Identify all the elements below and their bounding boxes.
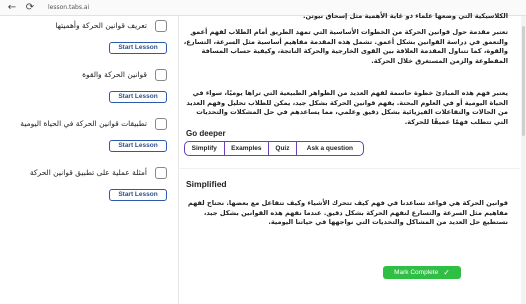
lesson-checkbox[interactable] — [155, 20, 167, 32]
paragraph-1: تعتبر مقدمة حول قوانين الحركة من الخطوات… — [183, 28, 508, 65]
start-lesson-button[interactable]: Start Lesson — [109, 189, 167, 201]
lesson-checkbox[interactable] — [155, 167, 167, 179]
url-text[interactable]: lesson.tabs.ai — [48, 4, 89, 11]
tab-quiz[interactable]: Quiz — [269, 142, 297, 155]
lesson-card: أمثلة عملية على تطبيق قوانين الحركة Star… — [8, 167, 169, 209]
simplified-text: قوانين الحركة هي قواعد تساعدنا في فهم كي… — [187, 199, 508, 227]
reload-icon[interactable]: ⟳ — [24, 2, 36, 14]
tab-examples[interactable]: Examples — [225, 142, 270, 155]
lesson-card: قوانين الحركة والقوة Start Lesson — [8, 69, 169, 111]
start-lesson-button[interactable]: Start Lesson — [109, 91, 167, 103]
go-deeper-heading: Go deeper — [186, 129, 226, 138]
lesson-title: تطبيقات قوانين الحركة في الحياة اليومية — [20, 119, 147, 128]
tab-ask-question[interactable]: Ask a question — [297, 142, 363, 155]
start-lesson-button[interactable]: Start Lesson — [109, 140, 167, 152]
lesson-title: قوانين الحركة والقوة — [82, 70, 147, 79]
scroll-thumb[interactable] — [522, 26, 525, 136]
go-deeper-tabs: Simplify Examples Quiz Ask a question — [184, 141, 364, 156]
check-icon: ✓ — [443, 267, 450, 277]
lesson-checkbox[interactable] — [155, 69, 167, 81]
lesson-title: تعريف قوانين الحركة وأهميتها — [55, 21, 147, 30]
back-arrow-icon[interactable]: ← — [6, 2, 18, 14]
lesson-card: تطبيقات قوانين الحركة في الحياة اليومية … — [8, 118, 169, 160]
lesson-content: الكلاسيكية التي وضعها علماء ذو غاية الأه… — [178, 12, 520, 304]
lesson-card: تعريف قوانين الحركة وأهميتها Start Lesso… — [8, 20, 169, 62]
section-divider — [178, 168, 520, 169]
tab-simplify[interactable]: Simplify — [185, 142, 225, 155]
start-lesson-button[interactable]: Start Lesson — [109, 42, 167, 54]
lesson-checkbox[interactable] — [155, 118, 167, 130]
intro-partial-text: الكلاسيكية التي وضعها علماء ذو غاية الأه… — [302, 12, 508, 20]
lesson-title: أمثلة عملية على تطبيق قوانين الحركة — [29, 168, 147, 177]
mark-complete-label: Mark Complete — [394, 269, 439, 276]
scrollbar[interactable] — [521, 16, 526, 304]
paragraph-2: يعتبر فهم هذه المبادئ خطوة حاسمة لفهم ال… — [186, 89, 508, 126]
sidebar-divider — [178, 16, 179, 304]
lesson-sidebar: تعريف قوانين الحركة وأهميتها Start Lesso… — [0, 16, 176, 304]
mark-complete-button[interactable]: Mark Complete ✓ — [383, 266, 461, 279]
simplified-title: Simplified — [186, 179, 227, 189]
